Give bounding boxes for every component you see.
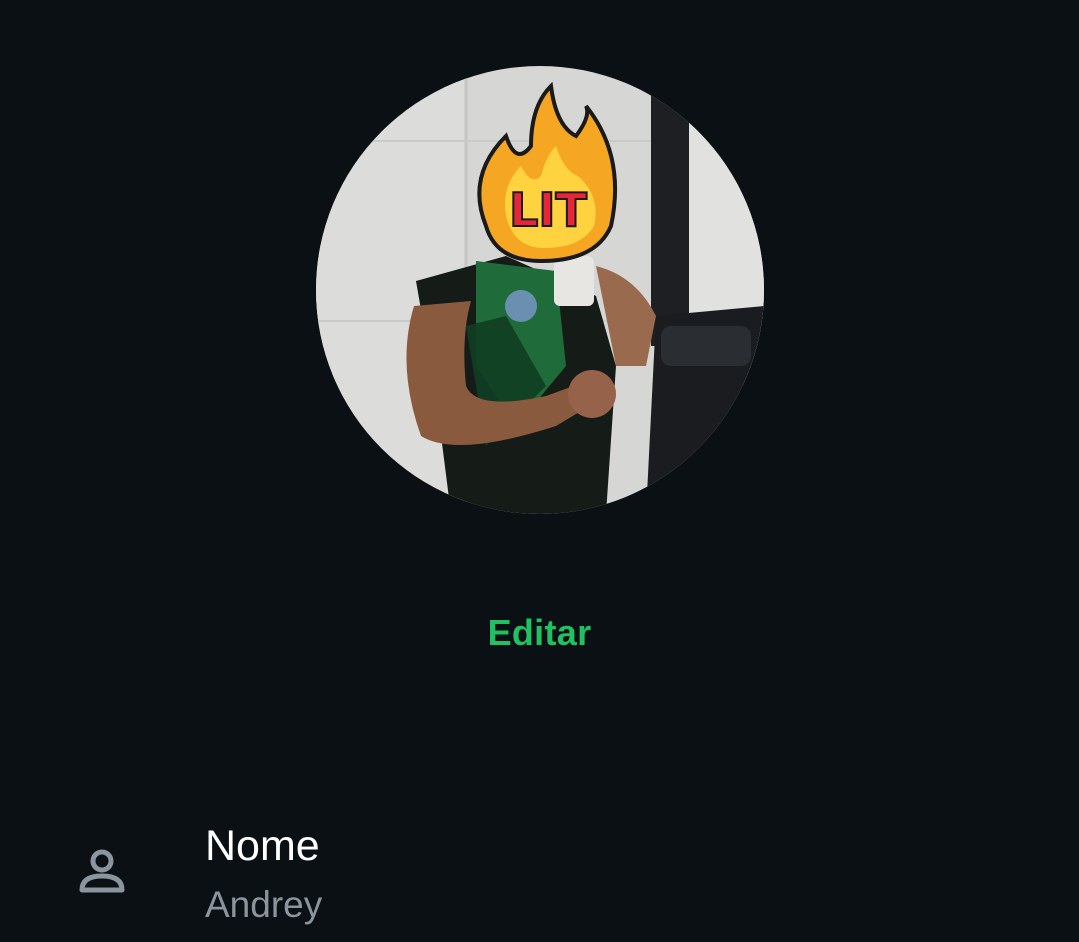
name-label: Nome xyxy=(205,822,320,870)
name-row[interactable]: Nome Andrey xyxy=(0,800,1079,942)
lit-sticker-text: LIT xyxy=(509,183,587,237)
profile-photo[interactable]: LIT xyxy=(316,66,764,514)
name-value: Andrey xyxy=(205,884,323,925)
profile-photo-image: LIT xyxy=(316,66,764,514)
profile-screen: LIT Editar Nome Andrey xyxy=(0,0,1079,942)
edit-photo-link[interactable]: Editar xyxy=(0,612,1079,654)
person-icon xyxy=(79,849,125,893)
